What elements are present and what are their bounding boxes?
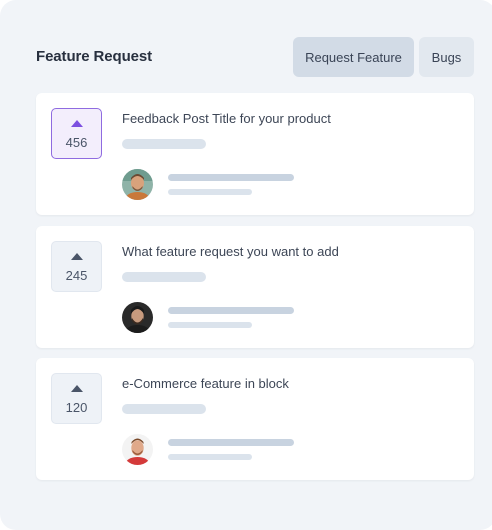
author-name-placeholder [168, 439, 294, 446]
post-subtitle-placeholder [122, 139, 206, 149]
upvote-button[interactable]: 120 [51, 373, 102, 424]
post-title: Feedback Post Title for your product [122, 111, 331, 126]
avatar [122, 434, 153, 465]
post-title: What feature request you want to add [122, 244, 339, 259]
vote-count: 245 [65, 268, 88, 283]
feedback-post-card[interactable]: 245 What feature request you want to add [36, 226, 474, 348]
caret-up-icon [71, 120, 83, 127]
upvote-button[interactable]: 245 [51, 241, 102, 292]
feedback-post-card[interactable]: 120 e-Commerce feature in block [36, 358, 474, 480]
author-name-placeholder [168, 174, 294, 181]
avatar [122, 302, 153, 333]
post-meta-placeholder [168, 322, 252, 328]
post-subtitle-placeholder [122, 272, 206, 282]
request-feature-button[interactable]: Request Feature [293, 37, 414, 77]
caret-up-icon [71, 253, 83, 260]
page-title: Feature Request [36, 48, 153, 65]
bugs-button[interactable]: Bugs [419, 37, 474, 77]
avatar [122, 169, 153, 200]
author-name-placeholder [168, 307, 294, 314]
post-title: e-Commerce feature in block [122, 376, 289, 391]
post-subtitle-placeholder [122, 404, 206, 414]
feature-request-panel: Feature Request Request Feature Bugs 456… [0, 0, 492, 530]
vote-count: 456 [65, 135, 88, 150]
upvote-button[interactable]: 456 [51, 108, 102, 159]
vote-count: 120 [65, 400, 88, 415]
post-meta-placeholder [168, 454, 252, 460]
feedback-post-card[interactable]: 456 Feedback Post Title for your product [36, 93, 474, 215]
post-meta-placeholder [168, 189, 252, 195]
caret-up-icon [71, 385, 83, 392]
